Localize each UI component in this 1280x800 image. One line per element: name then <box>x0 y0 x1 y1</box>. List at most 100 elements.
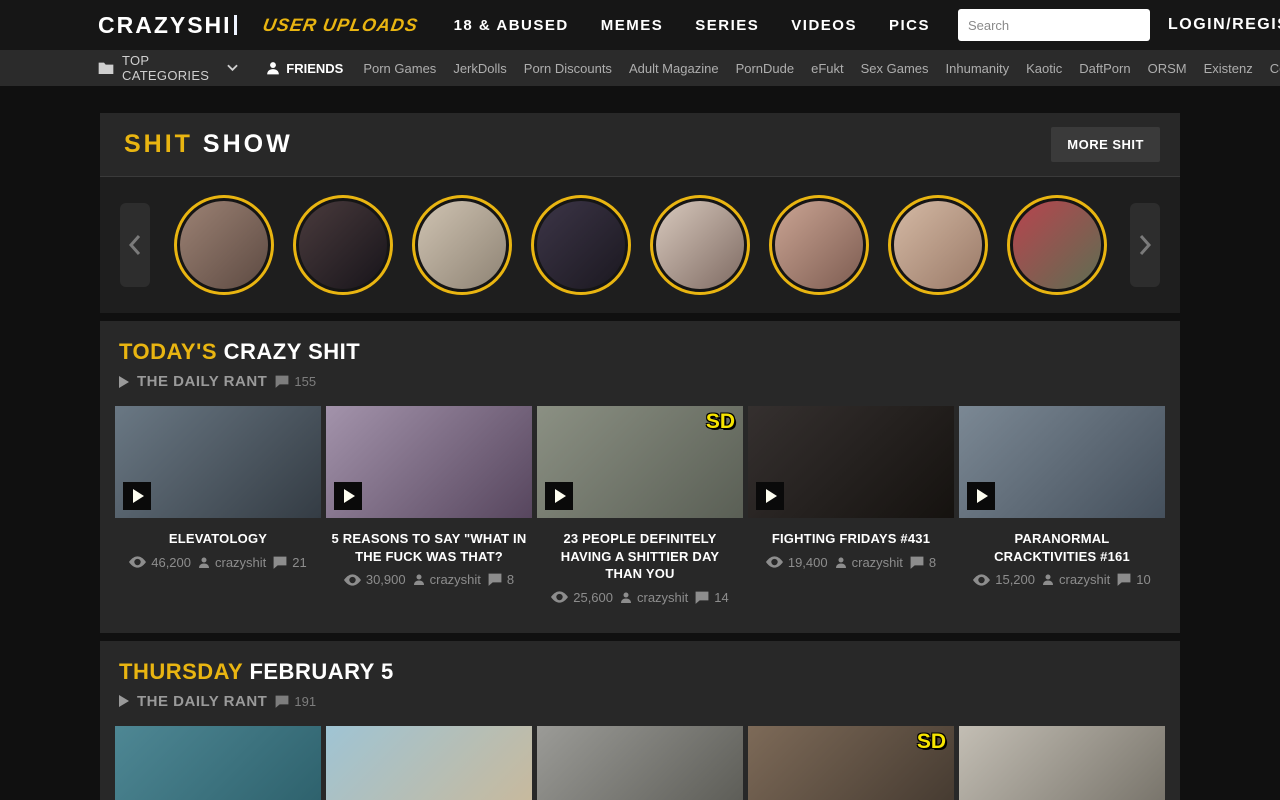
topnav-menu: 18 & ABUSED MEMES SERIES VIDEOS PICS <box>454 17 930 34</box>
friend-site-link[interactable]: Adult Magazine <box>629 61 719 76</box>
carousel-thumbnail[interactable] <box>412 195 512 295</box>
video-title[interactable]: ELEVATOLOGY <box>115 530 321 548</box>
friend-site-link[interactable]: Porn Games <box>363 61 436 76</box>
thumbnail-image <box>415 198 509 292</box>
play-button[interactable] <box>545 482 573 510</box>
author-stat[interactable]: crazyshit <box>413 572 481 587</box>
views-stat: 30,900 <box>344 572 406 587</box>
video-thumbnail[interactable]: SD <box>537 406 743 518</box>
play-triangle-icon <box>119 376 129 388</box>
video-card[interactable]: PARANORMAL CRACKTIVITIES #161 15,200 cra… <box>959 406 1165 605</box>
eye-icon <box>973 574 990 586</box>
carousel-thumbnail[interactable] <box>293 195 393 295</box>
video-thumbnail[interactable]: SD <box>748 726 954 800</box>
shit-show-carousel <box>100 177 1180 313</box>
video-card[interactable]: FIGHTING FRIDAYS #431 19,400 crazyshit 8 <box>748 406 954 605</box>
person-icon <box>620 591 632 604</box>
search-box[interactable] <box>958 9 1150 41</box>
carousel-thumbnail[interactable] <box>769 195 869 295</box>
play-triangle-icon <box>119 695 129 707</box>
topnav-menu-item[interactable]: PICS <box>889 17 930 34</box>
section-thursday-february-5: THURSDAY FEBRUARY 5 THE DAILY RANT 191 <box>100 641 1180 800</box>
play-button[interactable] <box>123 482 151 510</box>
friends-link[interactable]: FRIENDS <box>266 61 343 76</box>
video-title[interactable]: FIGHTING FRIDAYS #431 <box>748 530 954 548</box>
video-card[interactable] <box>959 726 1165 800</box>
video-card[interactable]: SD 23 PEOPLE DEFINITELY HAVING A SHITTIE… <box>537 406 743 605</box>
thumbnail-image <box>177 198 271 292</box>
video-title[interactable]: 5 REASONS TO SAY "WHAT IN THE FUCK WAS T… <box>326 530 532 565</box>
topnav-menu-item[interactable]: SERIES <box>695 17 759 34</box>
friend-site-link[interactable]: ORSM <box>1148 61 1187 76</box>
author-stat[interactable]: crazyshit <box>1042 572 1110 587</box>
comments-value: 21 <box>292 555 306 570</box>
thumbnail-image <box>296 198 390 292</box>
carousel-prev-button[interactable] <box>120 203 150 287</box>
video-card[interactable] <box>115 726 321 800</box>
video-card[interactable] <box>537 726 743 800</box>
daily-rant-link[interactable]: THE DAILY RANT 191 <box>119 693 1165 710</box>
comment-count-value: 191 <box>294 694 316 709</box>
video-thumbnail[interactable] <box>326 726 532 800</box>
video-title[interactable]: 23 PEOPLE DEFINITELY HAVING A SHITTIER D… <box>537 530 743 583</box>
topnav-menu-item[interactable]: VIDEOS <box>791 17 857 34</box>
author-stat[interactable]: crazyshit <box>835 555 903 570</box>
friend-site-link[interactable]: Inhumanity <box>946 61 1010 76</box>
video-thumbnail[interactable] <box>115 726 321 800</box>
daily-rant-comment-count: 155 <box>275 374 316 389</box>
friend-site-link[interactable]: Porn Discounts <box>524 61 612 76</box>
carousel-thumbnail[interactable] <box>888 195 988 295</box>
friend-site-link[interactable]: eFukt <box>811 61 844 76</box>
video-thumbnail[interactable] <box>748 406 954 518</box>
friend-site-link[interactable]: JerkDolls <box>453 61 506 76</box>
views-value: 46,200 <box>151 555 191 570</box>
video-thumbnail[interactable] <box>959 406 1165 518</box>
friend-site-link[interactable]: Celebs <box>1270 61 1280 76</box>
topnav-menu-item[interactable]: 18 & ABUSED <box>454 17 569 34</box>
search-input[interactable] <box>968 18 1144 33</box>
video-card[interactable]: SD <box>748 726 954 800</box>
play-icon <box>766 489 777 503</box>
views-value: 30,900 <box>366 572 406 587</box>
login-register-button[interactable]: LOGIN/REGISTER <box>1168 16 1280 34</box>
carousel-items <box>150 195 1130 295</box>
play-button[interactable] <box>756 482 784 510</box>
carousel-thumbnail[interactable] <box>1007 195 1107 295</box>
top-categories-label: TOP CATEGORIES <box>122 53 209 83</box>
play-button[interactable] <box>967 482 995 510</box>
play-button[interactable] <box>334 482 362 510</box>
video-thumbnail[interactable] <box>326 406 532 518</box>
top-categories-dropdown[interactable]: TOP CATEGORIES <box>98 53 238 83</box>
video-thumbnail[interactable] <box>537 726 743 800</box>
author-value: crazyshit <box>637 590 688 605</box>
author-stat[interactable]: crazyshit <box>198 555 266 570</box>
carousel-thumbnail[interactable] <box>174 195 274 295</box>
carousel-next-button[interactable] <box>1130 203 1160 287</box>
section-title: THURSDAY FEBRUARY 5 <box>115 659 1165 685</box>
friend-site-link[interactable]: DaftPorn <box>1079 61 1130 76</box>
video-thumbnail[interactable] <box>959 726 1165 800</box>
friend-site-link[interactable]: Sex Games <box>861 61 929 76</box>
views-stat: 15,200 <box>973 572 1035 587</box>
carousel-thumbnail[interactable] <box>650 195 750 295</box>
comment-icon <box>488 573 502 586</box>
author-value: crazyshit <box>215 555 266 570</box>
friend-site-link[interactable]: PornDude <box>736 61 795 76</box>
video-card[interactable]: 5 REASONS TO SAY "WHAT IN THE FUCK WAS T… <box>326 406 532 605</box>
video-thumbnail[interactable] <box>115 406 321 518</box>
more-shit-button[interactable]: MORE SHIT <box>1051 127 1160 162</box>
daily-rant-link[interactable]: THE DAILY RANT 155 <box>119 373 1165 390</box>
friend-site-link[interactable]: Kaotic <box>1026 61 1062 76</box>
play-icon <box>555 489 566 503</box>
section-todays-crazy-shit: TODAY'S CRAZY SHIT THE DAILY RANT 155 EL… <box>100 321 1180 633</box>
carousel-thumbnail[interactable] <box>531 195 631 295</box>
section-title-rest: CRAZY SHIT <box>224 339 361 364</box>
site-logo[interactable]: CRAZYSHI <box>98 12 237 39</box>
video-title[interactable]: PARANORMAL CRACKTIVITIES #161 <box>959 530 1165 565</box>
comment-icon <box>275 375 289 388</box>
video-card[interactable] <box>326 726 532 800</box>
video-card[interactable]: ELEVATOLOGY 46,200 crazyshit 21 <box>115 406 321 605</box>
friend-site-link[interactable]: Existenz <box>1204 61 1253 76</box>
topnav-menu-item[interactable]: MEMES <box>601 17 664 34</box>
author-stat[interactable]: crazyshit <box>620 590 688 605</box>
